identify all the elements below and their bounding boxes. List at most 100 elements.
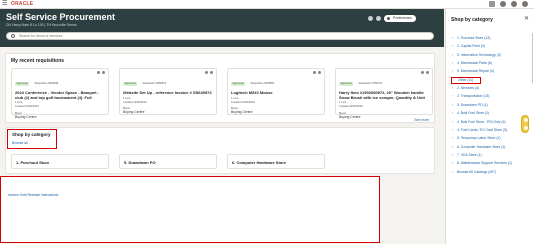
cart-icon[interactable]: [205, 71, 208, 74]
category-item[interactable]: › 1. Purchout Store (12): [452, 35, 532, 42]
page-title: Self Service Procurement: [6, 12, 116, 22]
close-icon[interactable]: ✕: [524, 16, 529, 22]
category-item[interactable]: › 4. Fuel Cards / EV Card Store (9): [452, 127, 532, 134]
category-item[interactable]: › 2. Capital Fleet (4): [452, 43, 532, 50]
digital-assistant-widget[interactable]: [521, 115, 529, 133]
store-tile[interactable]: 1. Purchout Store: [11, 154, 109, 169]
cart-icon[interactable]: [368, 16, 373, 21]
created-date: Created 12/02/2024: [231, 100, 255, 104]
announcements-section: Invoice Hold Release Instructions: [0, 176, 380, 243]
requisition-number: Requisition 3956874: [142, 82, 167, 85]
category-label: 5. Temporary Labor Store (1): [457, 136, 501, 141]
category-label: 3. Information Technology (3): [457, 52, 501, 57]
buyer-value: Buying Centre: [15, 115, 37, 120]
deliver-to-address[interactable]: DU Harry Nam 8 Lo 130 | TH Knoxville Ser…: [6, 23, 77, 27]
category-label: 4. Bulk Fuel Store (2): [457, 111, 490, 116]
category-item[interactable]: › 6. Computer Hardware Store (1): [452, 144, 532, 151]
card-actions: [205, 71, 213, 74]
line-count: 1 Line: [15, 101, 23, 105]
requisition-card[interactable]: Approved Requisition 3956874 Website Set…: [119, 68, 217, 115]
line-count: 1 Line: [339, 101, 347, 105]
search-bar[interactable]: [6, 32, 434, 40]
card-actions: [421, 71, 429, 74]
store-tile[interactable]: 5. Drawdown PO: [119, 154, 217, 169]
category-label: 4. Fuel Cards / EV Card Store (9): [457, 127, 508, 132]
requisition-number: Requisition 3956838: [34, 82, 59, 85]
category-label: 2. Capital Fleet (4): [457, 44, 485, 49]
store-tile[interactable]: 6. Computer Hardware Store: [227, 154, 325, 169]
category-label: 2. Transportation (13): [457, 94, 490, 99]
oracle-logo: ORACLE: [11, 1, 34, 7]
category-item[interactable]: › 2. Transportation (13): [452, 93, 532, 100]
user-avatar[interactable]: [522, 1, 528, 7]
home-icon[interactable]: [489, 1, 495, 7]
requisition-title[interactable]: Logitech M510 Mouse: [231, 91, 321, 96]
category-item[interactable]: › 3. Information Technology (3): [452, 52, 532, 59]
category-label: 4. Mechanical Parts (6): [457, 61, 492, 66]
section-heading: Shop by category: [12, 132, 51, 137]
card-actions: [313, 71, 321, 74]
status-badge: Approved: [231, 82, 246, 86]
status-badge: Approved: [339, 82, 354, 86]
notifications-icon[interactable]: [511, 1, 517, 7]
buyer-value: Buying Centre: [123, 110, 145, 115]
see-more-link[interactable]: See more: [414, 118, 429, 122]
section-heading: My recent requisitions: [11, 58, 65, 64]
category-item[interactable]: › 7. VDA Store (1): [452, 152, 532, 159]
cart-icon[interactable]: [313, 71, 316, 74]
preferences-button[interactable]: Preferences: [384, 15, 416, 22]
category-item[interactable]: › 5. Mechanical Repair (4): [452, 68, 532, 75]
top-bar: ☰ ORACLE: [0, 0, 534, 9]
category-item[interactable]: › 3. Drawdown PO (1): [452, 102, 532, 109]
line-count: 1 Line: [231, 96, 239, 100]
category-item[interactable]: › 4. Bulk Fuel Store (2): [452, 110, 532, 117]
browse-all-link[interactable]: Browse all: [12, 141, 28, 145]
invoice-hold-release-link[interactable]: Invoice Hold Release Instructions: [8, 193, 58, 197]
cart-icon[interactable]: [97, 71, 100, 74]
requisition-number: Requisition 3956850: [250, 82, 275, 85]
category-label: Other (11): [458, 77, 474, 82]
buyer-value: Buying Centre: [231, 110, 253, 115]
category-label: 6. Computer Hardware Store (1): [457, 144, 506, 149]
search-icon: [11, 34, 15, 38]
category-label: 3. Drawdown PO (1): [457, 102, 488, 107]
category-item[interactable]: › 4. Mechanical Parts (6): [452, 60, 532, 67]
category-item[interactable]: › Other (11): [451, 76, 481, 84]
requisition-title[interactable]: Harry Item #1902680972, 20" Wooden handl…: [339, 91, 429, 100]
more-icon[interactable]: [210, 71, 213, 74]
assistant-icon: [523, 118, 528, 122]
recent-requisitions-section: My recent requisitions Approved Requisit…: [5, 53, 435, 123]
shop-by-category-section: Shop by category Browse all 1. Purchout …: [5, 127, 435, 174]
requisition-card[interactable]: Approved Requisition 3756791 Harry Item …: [335, 68, 433, 119]
more-icon[interactable]: [426, 71, 429, 74]
category-label: Browse All Catalogs (497): [457, 169, 497, 174]
chat-icon: [523, 126, 528, 130]
created-date: Created 12/02/2024: [123, 100, 147, 104]
category-label: 1. Purchout Store (12): [457, 36, 491, 40]
category-label: 4. Bulk Fuel Store - PDI Only (4): [457, 119, 506, 124]
panel-heading: Shop by category: [451, 17, 493, 23]
favorites-icon[interactable]: [500, 1, 506, 7]
created-date: Created 12/02/2024: [15, 105, 39, 109]
category-item[interactable]: › 4. Bulk Fuel Store - PDI Only (4): [452, 119, 532, 126]
requisition-card[interactable]: Approved Requisition 3956850 Logitech M5…: [227, 68, 325, 115]
more-icon[interactable]: [318, 71, 321, 74]
card-actions: [97, 71, 105, 74]
requisition-card[interactable]: Approved Requisition 3956838 2024 Confer…: [11, 68, 109, 119]
status-badge: Approved: [15, 82, 30, 86]
more-icon[interactable]: [102, 71, 105, 74]
category-item[interactable]: › 5. Temporary Labor Store (1): [452, 135, 532, 142]
category-item[interactable]: › 8. Maintenance Support Services (1): [452, 160, 532, 167]
status-badge: Approved: [123, 82, 138, 86]
category-item[interactable]: › 2. Services (4): [452, 85, 532, 92]
cart-icon[interactable]: [421, 71, 424, 74]
help-icon[interactable]: [376, 16, 381, 21]
top-bar-actions: [489, 1, 528, 7]
hamburger-menu-icon[interactable]: ☰: [2, 1, 7, 7]
category-item[interactable]: › Browse All Catalogs (497): [452, 169, 532, 176]
requisition-title[interactable]: 2024 Conference - Vendor Space - Banquet…: [15, 91, 105, 100]
requisition-title[interactable]: Website Set Up - reference Invoice # SS6…: [123, 91, 213, 96]
category-label: 8. Maintenance Support Services (1): [457, 161, 513, 166]
category-label: 2. Services (4): [457, 86, 479, 91]
search-input[interactable]: [19, 33, 419, 39]
